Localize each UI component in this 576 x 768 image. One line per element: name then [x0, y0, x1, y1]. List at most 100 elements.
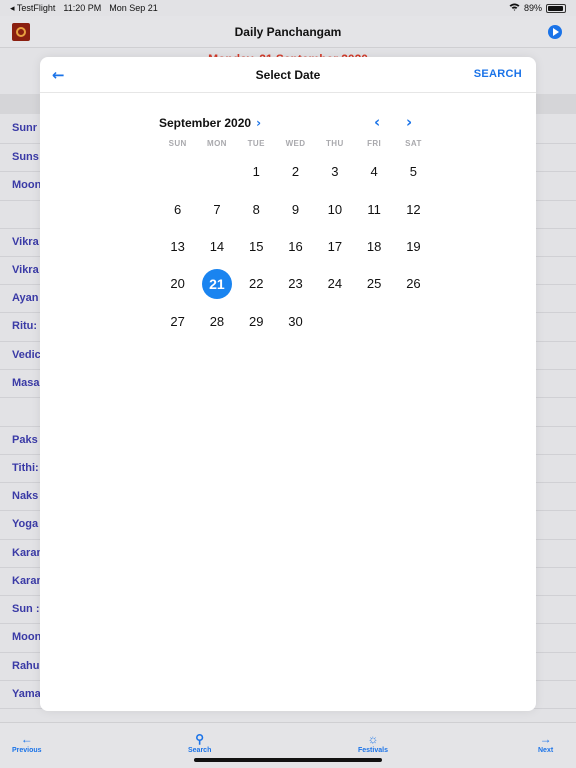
- selected-day[interactable]: 21: [197, 265, 236, 302]
- list-item: Suns: [12, 151, 39, 163]
- day-number: 23: [288, 276, 303, 292]
- day-number: 30: [288, 313, 303, 329]
- weekday-label: THU: [326, 139, 344, 148]
- day-cell[interactable]: 6: [158, 190, 197, 227]
- list-item: Karan: [12, 547, 44, 559]
- day-cell[interactable]: 13: [158, 228, 197, 265]
- day-cell[interactable]: 22: [237, 265, 276, 302]
- status-date: Mon Sep 21: [109, 3, 158, 13]
- day-cell[interactable]: 17: [315, 228, 354, 265]
- day-cell[interactable]: 7: [197, 190, 236, 227]
- weekday-label: TUE: [247, 139, 265, 148]
- day-number: 7: [213, 201, 221, 217]
- day-cell[interactable]: 27: [158, 303, 197, 340]
- list-item: Masa: [12, 377, 40, 389]
- day-number: 16: [288, 238, 303, 254]
- back-arrow-icon[interactable]: ←: [52, 66, 65, 84]
- select-date-modal: ← Select Date SEARCH September 2020 › ‹ …: [40, 57, 536, 711]
- day-cell[interactable]: 4: [354, 153, 393, 190]
- search-icon: ⚲: [195, 732, 205, 746]
- festivals-button[interactable]: ☼ Festivals: [358, 733, 388, 754]
- day-number: 25: [366, 276, 382, 292]
- day-number: 27: [170, 313, 185, 329]
- day-cell[interactable]: 10: [315, 190, 354, 227]
- previous-button[interactable]: ← Previous: [12, 733, 42, 754]
- list-item: Vikra: [12, 236, 39, 248]
- nav-title: Daily Panchangam: [234, 25, 342, 39]
- list-item: Sunr: [12, 122, 38, 134]
- day-cell[interactable]: 18: [354, 228, 393, 265]
- day-number: 18: [366, 238, 382, 254]
- next-button[interactable]: → Next: [538, 733, 553, 754]
- day-cell[interactable]: 3: [315, 153, 354, 190]
- empty-day-cell: [158, 153, 197, 190]
- day-cell[interactable]: 14: [197, 228, 236, 265]
- day-number: 11: [367, 201, 381, 217]
- sun-icon: ☼: [367, 732, 379, 746]
- wifi-icon: [509, 3, 520, 13]
- list-item: Paks: [12, 434, 38, 446]
- day-number: 8: [252, 201, 260, 217]
- weekday-label: FRI: [367, 139, 382, 148]
- list-item: Ritu:: [12, 320, 38, 332]
- back-to-app-link[interactable]: ◂ TestFlight: [10, 3, 55, 14]
- search-button[interactable]: SEARCH: [474, 68, 522, 80]
- days-grid: 1 2 3 4 5 6 7 8 9 10 11 12 13 14 15 16 17 18 19 20 21 22 23 24 2…: [158, 153, 434, 340]
- list-item: Tithi:: [12, 462, 39, 474]
- month-picker-toggle[interactable]: September 2020 ›: [159, 116, 261, 130]
- day-number: 6: [174, 201, 182, 217]
- day-cell[interactable]: 16: [276, 228, 315, 265]
- day-number: 9: [291, 201, 300, 217]
- day-cell[interactable]: 20: [158, 265, 197, 302]
- day-cell[interactable]: 11: [354, 190, 393, 227]
- day-number: 24: [327, 276, 343, 292]
- day-number: 13: [170, 238, 185, 254]
- day-cell[interactable]: 2: [276, 153, 315, 190]
- weekday-label: WED: [285, 139, 306, 148]
- weekday-label: SAT: [405, 139, 422, 148]
- day-cell[interactable]: 12: [394, 190, 433, 227]
- list-item: Sun :: [12, 603, 40, 615]
- previous-label: Previous: [12, 747, 42, 754]
- battery-icon: [546, 3, 566, 13]
- arrow-left-icon: ←: [20, 732, 33, 746]
- day-cell[interactable]: 1: [237, 153, 276, 190]
- next-month-icon[interactable]: ›: [406, 113, 412, 131]
- nav-bar: Daily Panchangam: [0, 16, 576, 48]
- list-item: Yama: [12, 688, 41, 700]
- day-cell[interactable]: 26: [394, 265, 433, 302]
- play-icon[interactable]: [548, 25, 562, 39]
- day-number: 28: [209, 313, 225, 329]
- month-label: September 2020: [159, 116, 252, 130]
- modal-header: ← Select Date SEARCH: [40, 57, 536, 93]
- day-cell[interactable]: 28: [197, 303, 236, 340]
- day-number: 15: [249, 238, 264, 254]
- day-cell[interactable]: 5: [394, 153, 433, 190]
- day-number: 10: [327, 201, 343, 217]
- status-time: 11:20 PM: [63, 3, 102, 13]
- prev-month-icon[interactable]: ‹: [374, 113, 380, 131]
- next-label: Next: [538, 747, 554, 754]
- search-tab-button[interactable]: ⚲ Search: [188, 733, 211, 754]
- status-bar: ◂ TestFlight 11:20 PM Mon Sep 21 89%: [0, 0, 576, 16]
- day-cell[interactable]: 19: [394, 228, 433, 265]
- day-number: 19: [406, 238, 421, 254]
- day-number: 3: [331, 164, 339, 180]
- day-number: 22: [249, 276, 264, 292]
- day-cell[interactable]: 25: [354, 265, 393, 302]
- day-number: 20: [170, 276, 185, 292]
- day-cell[interactable]: 29: [237, 303, 276, 340]
- home-indicator: [194, 758, 382, 762]
- day-cell[interactable]: 30: [276, 303, 315, 340]
- list-item: Rahu: [12, 660, 40, 672]
- day-cell[interactable]: 15: [237, 228, 276, 265]
- list-item: Vikra: [12, 264, 39, 276]
- day-number: 14: [209, 238, 225, 254]
- day-cell[interactable]: 23: [276, 265, 315, 302]
- day-cell[interactable]: 9: [276, 190, 315, 227]
- list-item: Naks: [12, 490, 39, 502]
- day-cell[interactable]: 8: [237, 190, 276, 227]
- battery-percent: 89%: [523, 3, 542, 13]
- arrow-right-icon: →: [539, 732, 552, 746]
- day-cell[interactable]: 24: [315, 265, 354, 302]
